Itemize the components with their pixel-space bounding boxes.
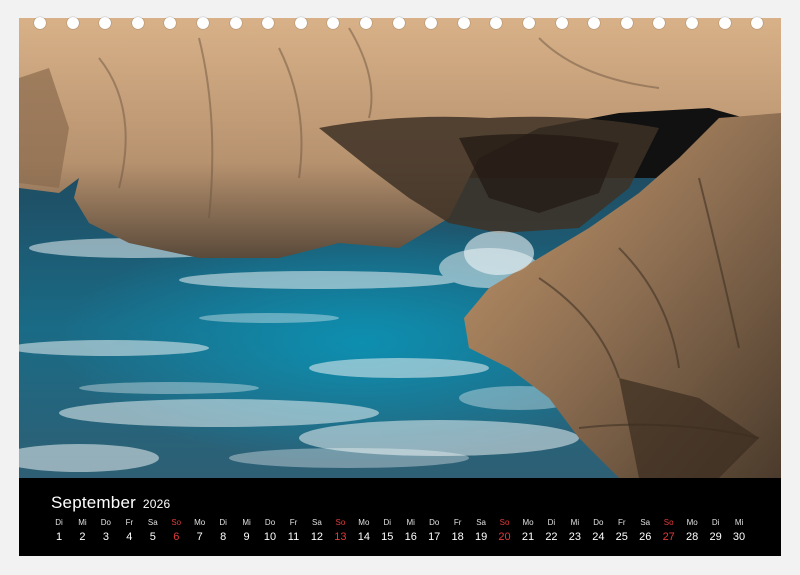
calendar-page — [19, 18, 781, 556]
year-label: 2026 — [142, 497, 171, 511]
day-cell: Mo 28 — [680, 518, 704, 543]
weekday-label: Mo — [686, 518, 698, 527]
weekday-label: Fr — [125, 518, 134, 527]
date-number: 10 — [263, 531, 277, 543]
date-number: 3 — [102, 531, 109, 543]
weekday-label: Di — [383, 518, 392, 527]
date-number: 11 — [287, 531, 300, 543]
date-number: 16 — [404, 531, 417, 543]
weekday-label: Sa — [476, 518, 486, 527]
date-number: 4 — [126, 531, 133, 543]
date-number: 23 — [568, 531, 582, 543]
day-cell: Sa 19 — [469, 518, 493, 543]
date-number: 12 — [310, 531, 324, 543]
date-number: 27 — [662, 531, 675, 543]
day-cell: Mo 7 — [188, 518, 212, 543]
date-number: 13 — [334, 531, 347, 543]
weekday-label: So — [171, 518, 182, 527]
day-cell: Do 17 — [422, 518, 446, 543]
days-row: Di 1 Mi 2 Do 3 Fr 4 Sa 5 So 6 Mo 7 Di 8 Mi 9 Do 10 Fr 11 Sa 12 S… — [47, 518, 767, 548]
weekday-label: Mi — [570, 518, 580, 527]
weekday-label: Mi — [406, 518, 415, 527]
weekday-label: Di — [219, 518, 227, 527]
date-number: 21 — [521, 531, 535, 543]
day-cell: Sa 5 — [141, 518, 165, 543]
cliff-sea-photo — [19, 18, 781, 478]
weekday-label: Mi — [242, 518, 251, 527]
date-number: 8 — [220, 531, 227, 543]
weekday-label: So — [663, 518, 674, 527]
date-number: 9 — [243, 531, 250, 543]
day-cell: Sa 12 — [305, 518, 329, 543]
day-cell: Mo 21 — [516, 518, 540, 543]
weekday-label: Mo — [358, 518, 370, 527]
weekday-label: Di — [55, 518, 63, 527]
day-cell: Mi 16 — [399, 518, 423, 543]
day-cell: Di 8 — [211, 518, 235, 543]
date-number: 29 — [709, 531, 722, 543]
date-number: 17 — [428, 531, 441, 543]
day-cell: Sa 26 — [633, 518, 657, 543]
day-cell: Di 1 — [47, 518, 71, 543]
weekday-label: Mi — [734, 518, 744, 527]
day-cell: Fr 11 — [282, 518, 306, 543]
day-cell: Mi 9 — [235, 518, 259, 543]
day-cell: Do 24 — [586, 518, 610, 543]
date-number: 22 — [545, 531, 558, 543]
day-cell: Do 10 — [258, 518, 282, 543]
weekday-label: Do — [593, 518, 604, 527]
day-cell: So 13 — [328, 518, 352, 543]
weekday-label: Fr — [618, 518, 626, 527]
weekday-label: Do — [100, 518, 111, 527]
day-cell: Mi 30 — [727, 518, 751, 543]
weekday-label: So — [335, 518, 346, 527]
day-cell: So 20 — [493, 518, 517, 543]
weekday-label: Do — [429, 518, 440, 527]
day-cell: Fr 18 — [446, 518, 470, 543]
weekday-label: Mo — [522, 518, 534, 527]
day-cell: Mi 23 — [563, 518, 587, 543]
day-cell: Di 29 — [704, 518, 728, 543]
month-title: September 2026 — [51, 493, 170, 513]
day-cell: So 27 — [657, 518, 681, 543]
date-number: 24 — [592, 531, 605, 543]
day-cell: Fr 25 — [610, 518, 634, 543]
date-number: 1 — [55, 531, 63, 543]
date-number: 30 — [732, 531, 746, 543]
date-number: 5 — [149, 531, 156, 543]
day-cell: Mi 2 — [70, 518, 94, 543]
month-name: September — [51, 493, 136, 512]
day-cell: Fr 4 — [117, 518, 141, 543]
date-number: 19 — [474, 531, 488, 543]
weekday-label: Mi — [78, 518, 87, 527]
date-number: 25 — [615, 531, 628, 543]
weekday-label: So — [499, 518, 510, 527]
date-number: 15 — [381, 531, 394, 543]
day-cell: Mo 14 — [352, 518, 376, 543]
date-number: 26 — [639, 531, 652, 543]
date-number: 14 — [357, 531, 370, 543]
date-number: 6 — [173, 531, 180, 543]
date-number: 2 — [79, 531, 86, 543]
date-number: 20 — [498, 531, 511, 543]
weekday-label: Fr — [453, 518, 462, 527]
day-cell: Do 3 — [94, 518, 118, 543]
calendar-bar: September 2026 Di 1 Mi 2 Do 3 Fr 4 Sa 5 So 6 Mo 7 Di 8 M… — [19, 478, 781, 556]
weekday-label: Di — [711, 518, 720, 527]
weekday-label: Do — [264, 518, 276, 527]
date-number: 7 — [196, 531, 203, 543]
weekday-label: Sa — [312, 518, 322, 527]
day-cell: Di 22 — [539, 518, 563, 543]
weekday-label: Sa — [147, 518, 158, 527]
weekday-label: Fr — [289, 518, 298, 527]
date-number: 28 — [686, 531, 699, 543]
weekday-label: Di — [547, 518, 556, 527]
weekday-label: Mo — [194, 518, 206, 527]
day-cell: Di 15 — [375, 518, 399, 543]
weekday-label: Sa — [640, 518, 651, 527]
date-number: 18 — [451, 531, 464, 543]
day-cell: So 6 — [164, 518, 188, 543]
